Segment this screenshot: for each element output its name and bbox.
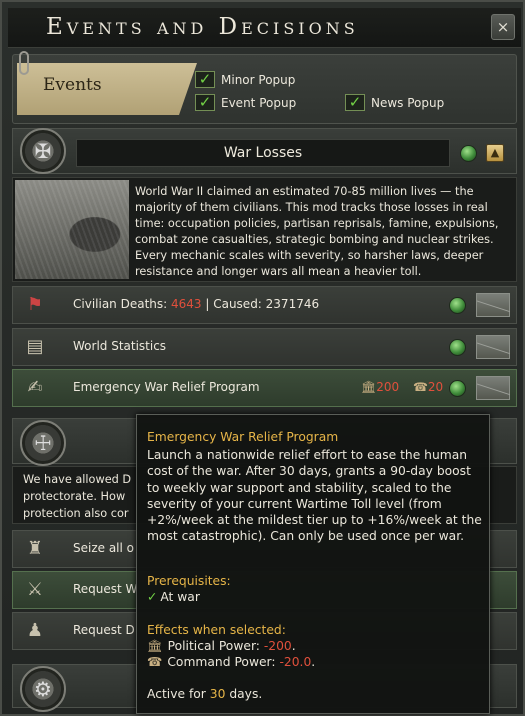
pp-effect-value: -200 <box>263 639 292 653</box>
category-photo <box>15 180 129 279</box>
events-tab[interactable]: Events <box>17 63 197 115</box>
civilian-deaths-caused: | Caused: 2371746 <box>201 297 320 311</box>
handshake-icon: ✍ <box>27 377 43 398</box>
event-popup-label: Event Popup <box>221 95 297 110</box>
pp-effect: 🏛 Political Power: -200. <box>147 639 296 653</box>
civilian-deaths-value: 4643 <box>171 297 202 311</box>
emergency-relief-label: Emergency War Relief Program <box>73 380 260 394</box>
request-d-label: Request D <box>73 623 135 637</box>
event-popup-checkbox[interactable]: ✓ Event Popup <box>195 94 296 111</box>
boot-icon: ♜ <box>26 538 44 559</box>
political-power-icon: 🏛 <box>147 639 163 653</box>
category-description-box: World War II claimed an estimated 70-85 … <box>12 177 517 282</box>
events-decisions-window: Events and Decisions × Events ✓ Minor Po… <box>0 0 525 716</box>
envelope-icon[interactable] <box>476 335 510 359</box>
minor-popup-checkbox[interactable]: ✓ Minor Popup <box>195 71 295 88</box>
status-indicator-icon <box>460 145 477 162</box>
tooltip-body: Launch a nationwide relief effort to eas… <box>147 448 482 544</box>
civilian-deaths-label: Civilian Deaths: 4643 | Caused: 2371746 <box>73 297 319 311</box>
decision-tooltip: Emergency War Relief Program Launch a na… <box>136 414 490 714</box>
events-tab-label: Events <box>43 75 102 95</box>
close-button[interactable]: × <box>491 14 515 40</box>
flag-icon: ⚑ <box>26 294 44 315</box>
status-indicator-icon <box>449 339 466 356</box>
checkmark-icon: ✓ <box>345 94 365 111</box>
cp-effect: ☎ Command Power: -20.0. <box>147 655 316 669</box>
active-prefix: Active for <box>147 687 210 701</box>
desc-line: protection also cor <box>23 507 129 520</box>
title-bar: Events and Decisions × <box>8 8 521 48</box>
active-suffix: days. <box>225 687 263 701</box>
civilian-deaths-prefix: Civilian Deaths: <box>73 297 171 311</box>
cp-effect-value: -20.0 <box>279 655 312 669</box>
decision-row-civilian-deaths[interactable]: ⚑ Civilian Deaths: 4643 | Caused: 237174… <box>12 286 517 324</box>
news-popup-label: News Popup <box>371 95 445 110</box>
decision-row-world-statistics[interactable]: ▤ World Statistics <box>12 328 517 366</box>
active-days: 30 <box>209 687 226 701</box>
news-popup-checkbox[interactable]: ✓ News Popup <box>345 94 444 111</box>
cp-effect-label: Command Power: <box>167 655 280 669</box>
eagle-emblem-icon: ✠ <box>20 128 66 174</box>
command-power-icon: ☎ <box>412 380 428 394</box>
desc-line: We have allowed D <box>23 473 132 486</box>
paperclip-icon <box>19 51 29 75</box>
status-indicator-icon <box>449 380 466 397</box>
tank-emblem-icon: ⚙ <box>20 666 66 712</box>
command-power-icon: ☎ <box>147 655 163 669</box>
status-indicator-icon <box>449 297 466 314</box>
seize-label: Seize all o <box>73 541 135 555</box>
filter-strip: Events ✓ Minor Popup ✓ Event Popup ✓ New… <box>12 51 517 124</box>
pp-cost: 200 <box>376 380 400 394</box>
envelope-icon[interactable] <box>476 376 510 400</box>
document-icon: ▤ <box>26 336 44 357</box>
active-duration: Active for 30 days. <box>147 687 262 701</box>
category-description: World War II claimed an estimated 70-85 … <box>135 185 499 278</box>
window-title: Events and Decisions <box>46 14 359 40</box>
checkmark-icon: ✓ <box>147 590 158 604</box>
handshake-emblem-icon: ☩ <box>20 420 66 466</box>
request-w-label: Request W <box>73 582 138 596</box>
prerequisite-item: ✓ At war <box>147 590 200 604</box>
effects-heading: Effects when selected: <box>147 623 286 637</box>
category-title: War Losses <box>76 139 450 167</box>
tooltip-title: Emergency War Relief Program <box>147 430 339 444</box>
crossed-rifles-icon: ⚔ <box>26 579 44 600</box>
decision-row-emergency-relief[interactable]: ✍ Emergency War Relief Program 🏛200 ☎20 <box>12 369 517 407</box>
relief-costs: 🏛200 ☎20 <box>361 380 443 394</box>
pp-effect-label: Political Power: <box>167 639 264 653</box>
minor-popup-label: Minor Popup <box>221 72 296 87</box>
prerequisite-text: At war <box>160 590 200 604</box>
prerequisites-heading: Prerequisites: <box>147 574 231 588</box>
cp-cost: 20 <box>427 380 444 394</box>
soldiers-icon: ♟ <box>26 620 44 641</box>
collapse-button[interactable]: ▲ <box>486 144 504 162</box>
checkmark-icon: ✓ <box>195 71 215 88</box>
checkmark-icon: ✓ <box>195 94 215 111</box>
desc-line: protectorate. How <box>23 490 126 503</box>
world-statistics-label: World Statistics <box>73 339 167 353</box>
political-power-icon: 🏛 <box>361 380 377 394</box>
envelope-icon[interactable] <box>476 293 510 317</box>
